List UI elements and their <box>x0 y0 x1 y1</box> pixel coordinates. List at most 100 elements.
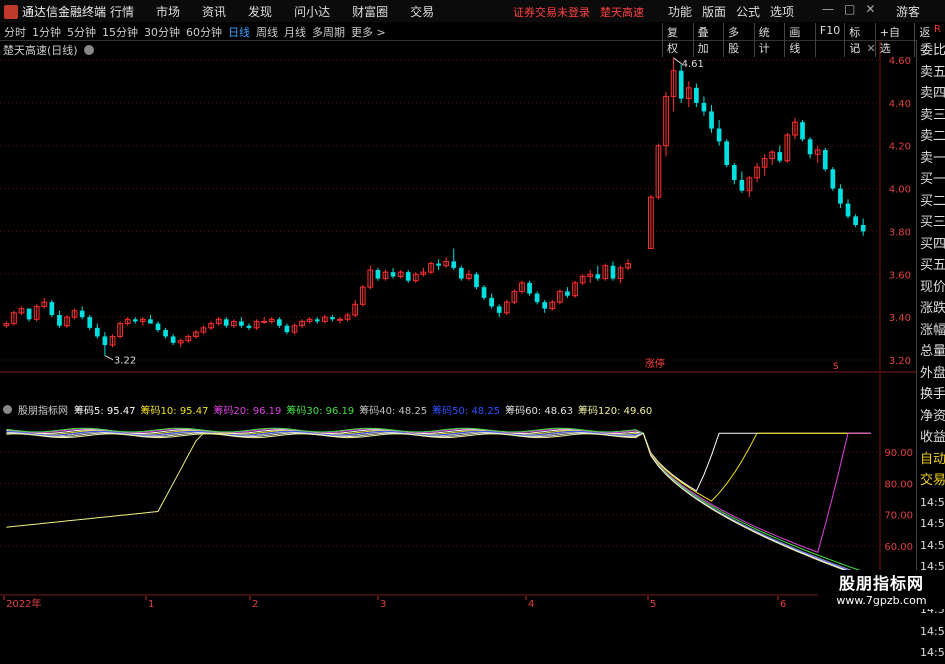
indicator-series <box>6 427 871 575</box>
candle <box>807 139 813 155</box>
menu-item[interactable]: 财富圈 <box>352 3 388 20</box>
candle <box>87 317 93 328</box>
candle <box>330 317 335 320</box>
candle <box>800 122 805 140</box>
guest-label[interactable]: 游客 <box>896 3 920 20</box>
sidebar-item[interactable]: 卖三 <box>917 105 945 127</box>
right-menu-item[interactable]: 公式 <box>736 3 760 20</box>
sidebar-item[interactable]: 涨幅 <box>917 320 945 342</box>
app-logo-icon <box>4 4 18 19</box>
period-tab[interactable]: 60分钟 <box>186 24 222 40</box>
menu-item[interactable]: 资讯 <box>202 3 226 20</box>
period-tab[interactable]: 月线 <box>284 24 306 40</box>
app-title-text: 通达信金融终端 <box>22 5 107 19</box>
x-tick-label: 1 <box>148 599 154 609</box>
sidebar-item[interactable]: 外盘 <box>917 363 945 385</box>
candle <box>489 297 494 307</box>
maximize-icon[interactable]: □ <box>844 2 855 16</box>
low-pointer <box>104 355 114 361</box>
watermark-name: 股朋指标网 <box>838 574 924 593</box>
sidebar-item[interactable]: 买四 <box>917 234 945 256</box>
sidebar-item[interactable]: 现价 <box>917 277 945 299</box>
period-tab[interactable]: 日线 <box>228 24 250 40</box>
candle <box>709 111 714 129</box>
period-tab[interactable]: 1分钟 <box>32 24 61 40</box>
candle <box>716 128 722 142</box>
candle <box>451 261 457 268</box>
candle <box>527 282 532 294</box>
minimize-icon[interactable]: — <box>822 2 834 16</box>
sidebar-item[interactable]: 收益 <box>917 427 945 449</box>
right-menu-item[interactable]: 选项 <box>770 3 794 20</box>
candle <box>79 310 85 318</box>
period-tab[interactable]: 更多 > <box>351 24 386 40</box>
sidebar-item[interactable]: 总量 <box>917 341 945 363</box>
candle <box>678 70 684 99</box>
sidebar-item[interactable]: 净资 <box>917 406 945 428</box>
candle <box>155 323 161 330</box>
trade-time: 14:56 <box>920 624 945 638</box>
period-tabs: 分时 1分钟 5分钟 15分钟 30分钟 60分钟 日线 周线 月线 多周期 更多 > <box>4 24 386 40</box>
watermark-url: www.7gpzb.com <box>836 594 927 607</box>
main-menu: 行情 市场 资讯 发现 问小达 财富圈 交易 <box>110 3 434 20</box>
sidebar-item[interactable]: 买三 <box>917 212 945 234</box>
close-icon[interactable]: ✕ <box>865 2 875 16</box>
high-pointer <box>673 57 682 65</box>
login-status[interactable]: 证券交易未登录 <box>513 4 590 20</box>
sidebar-item[interactable]: 买二 <box>917 191 945 213</box>
candle <box>276 319 282 326</box>
sidebar-item[interactable]: 涨跌 <box>917 298 945 320</box>
sidebar-item[interactable]: 卖四 <box>917 83 945 105</box>
candle <box>261 320 268 323</box>
period-tab[interactable]: 多周期 <box>312 24 345 40</box>
menu-item[interactable]: 行情 <box>110 3 134 20</box>
menu-item[interactable]: 市场 <box>156 3 180 20</box>
candle <box>246 325 252 328</box>
candle <box>610 265 616 279</box>
sidebar-item[interactable]: 换手 <box>917 384 945 406</box>
candlestick-chart[interactable]: 4.60 4.40 4.20 4.00 3.80 3.60 3.40 3.20 4.61 3.22… <box>0 40 916 373</box>
stock-name-notice[interactable]: 楚天高速 <box>600 4 644 20</box>
sidebar-item[interactable]: 卖二 <box>917 126 945 148</box>
period-tab[interactable]: 15分钟 <box>102 24 138 40</box>
x-tick-label: 6 <box>780 599 786 609</box>
sidebar-tab[interactable]: 自动 <box>917 449 945 471</box>
title-bar: 通达信金融终端 行情 市场 资讯 发现 问小达 财富圈 交易 证券交易未登录 楚天高速 功能… <box>0 0 945 23</box>
sidebar-item[interactable]: 买五 <box>917 255 945 277</box>
low-label: 3.22 <box>114 356 136 367</box>
y-tick-label: 80.00 <box>884 479 913 490</box>
candle <box>458 267 464 279</box>
right-menu-item[interactable]: 功能 <box>668 3 692 20</box>
y-tick-label: 4.20 <box>889 142 911 153</box>
sidebar-item[interactable]: 卖一 <box>917 148 945 170</box>
candle <box>534 293 540 303</box>
period-tab[interactable]: 5分钟 <box>67 24 96 40</box>
y-tick-label: 4.00 <box>889 185 911 196</box>
candle <box>853 216 858 225</box>
candle <box>239 321 244 326</box>
sidebar-item[interactable]: 买一 <box>917 169 945 191</box>
notice-area: 证券交易未登录 楚天高速 <box>513 4 644 20</box>
right-menu-item[interactable]: 版面 <box>702 3 726 20</box>
indicator-series <box>6 431 871 578</box>
menu-item[interactable]: 问小达 <box>294 3 330 20</box>
y-tick-label: 4.60 <box>889 56 911 67</box>
candle <box>694 87 699 103</box>
indicator-series <box>6 430 871 502</box>
candle <box>390 272 396 277</box>
candle <box>474 274 479 288</box>
high-label: 4.61 <box>682 59 704 70</box>
sidebar-tab[interactable]: 交易 <box>917 470 945 492</box>
candle <box>49 302 55 315</box>
period-tab[interactable]: 周线 <box>256 24 278 40</box>
period-tab[interactable]: 分时 <box>4 24 26 40</box>
sidebar-item[interactable]: 卖五 <box>917 62 945 84</box>
candle <box>284 325 290 333</box>
y-tick-label: 60.00 <box>884 542 913 553</box>
period-tab[interactable]: 30分钟 <box>144 24 180 40</box>
indicator-chart[interactable]: 90.00 80.00 70.00 60.00 <box>0 374 916 596</box>
menu-item[interactable]: 发现 <box>248 3 272 20</box>
sidebar-item[interactable]: 委比 <box>917 40 945 62</box>
s-tag: S <box>833 362 839 372</box>
menu-item[interactable]: 交易 <box>410 3 434 20</box>
